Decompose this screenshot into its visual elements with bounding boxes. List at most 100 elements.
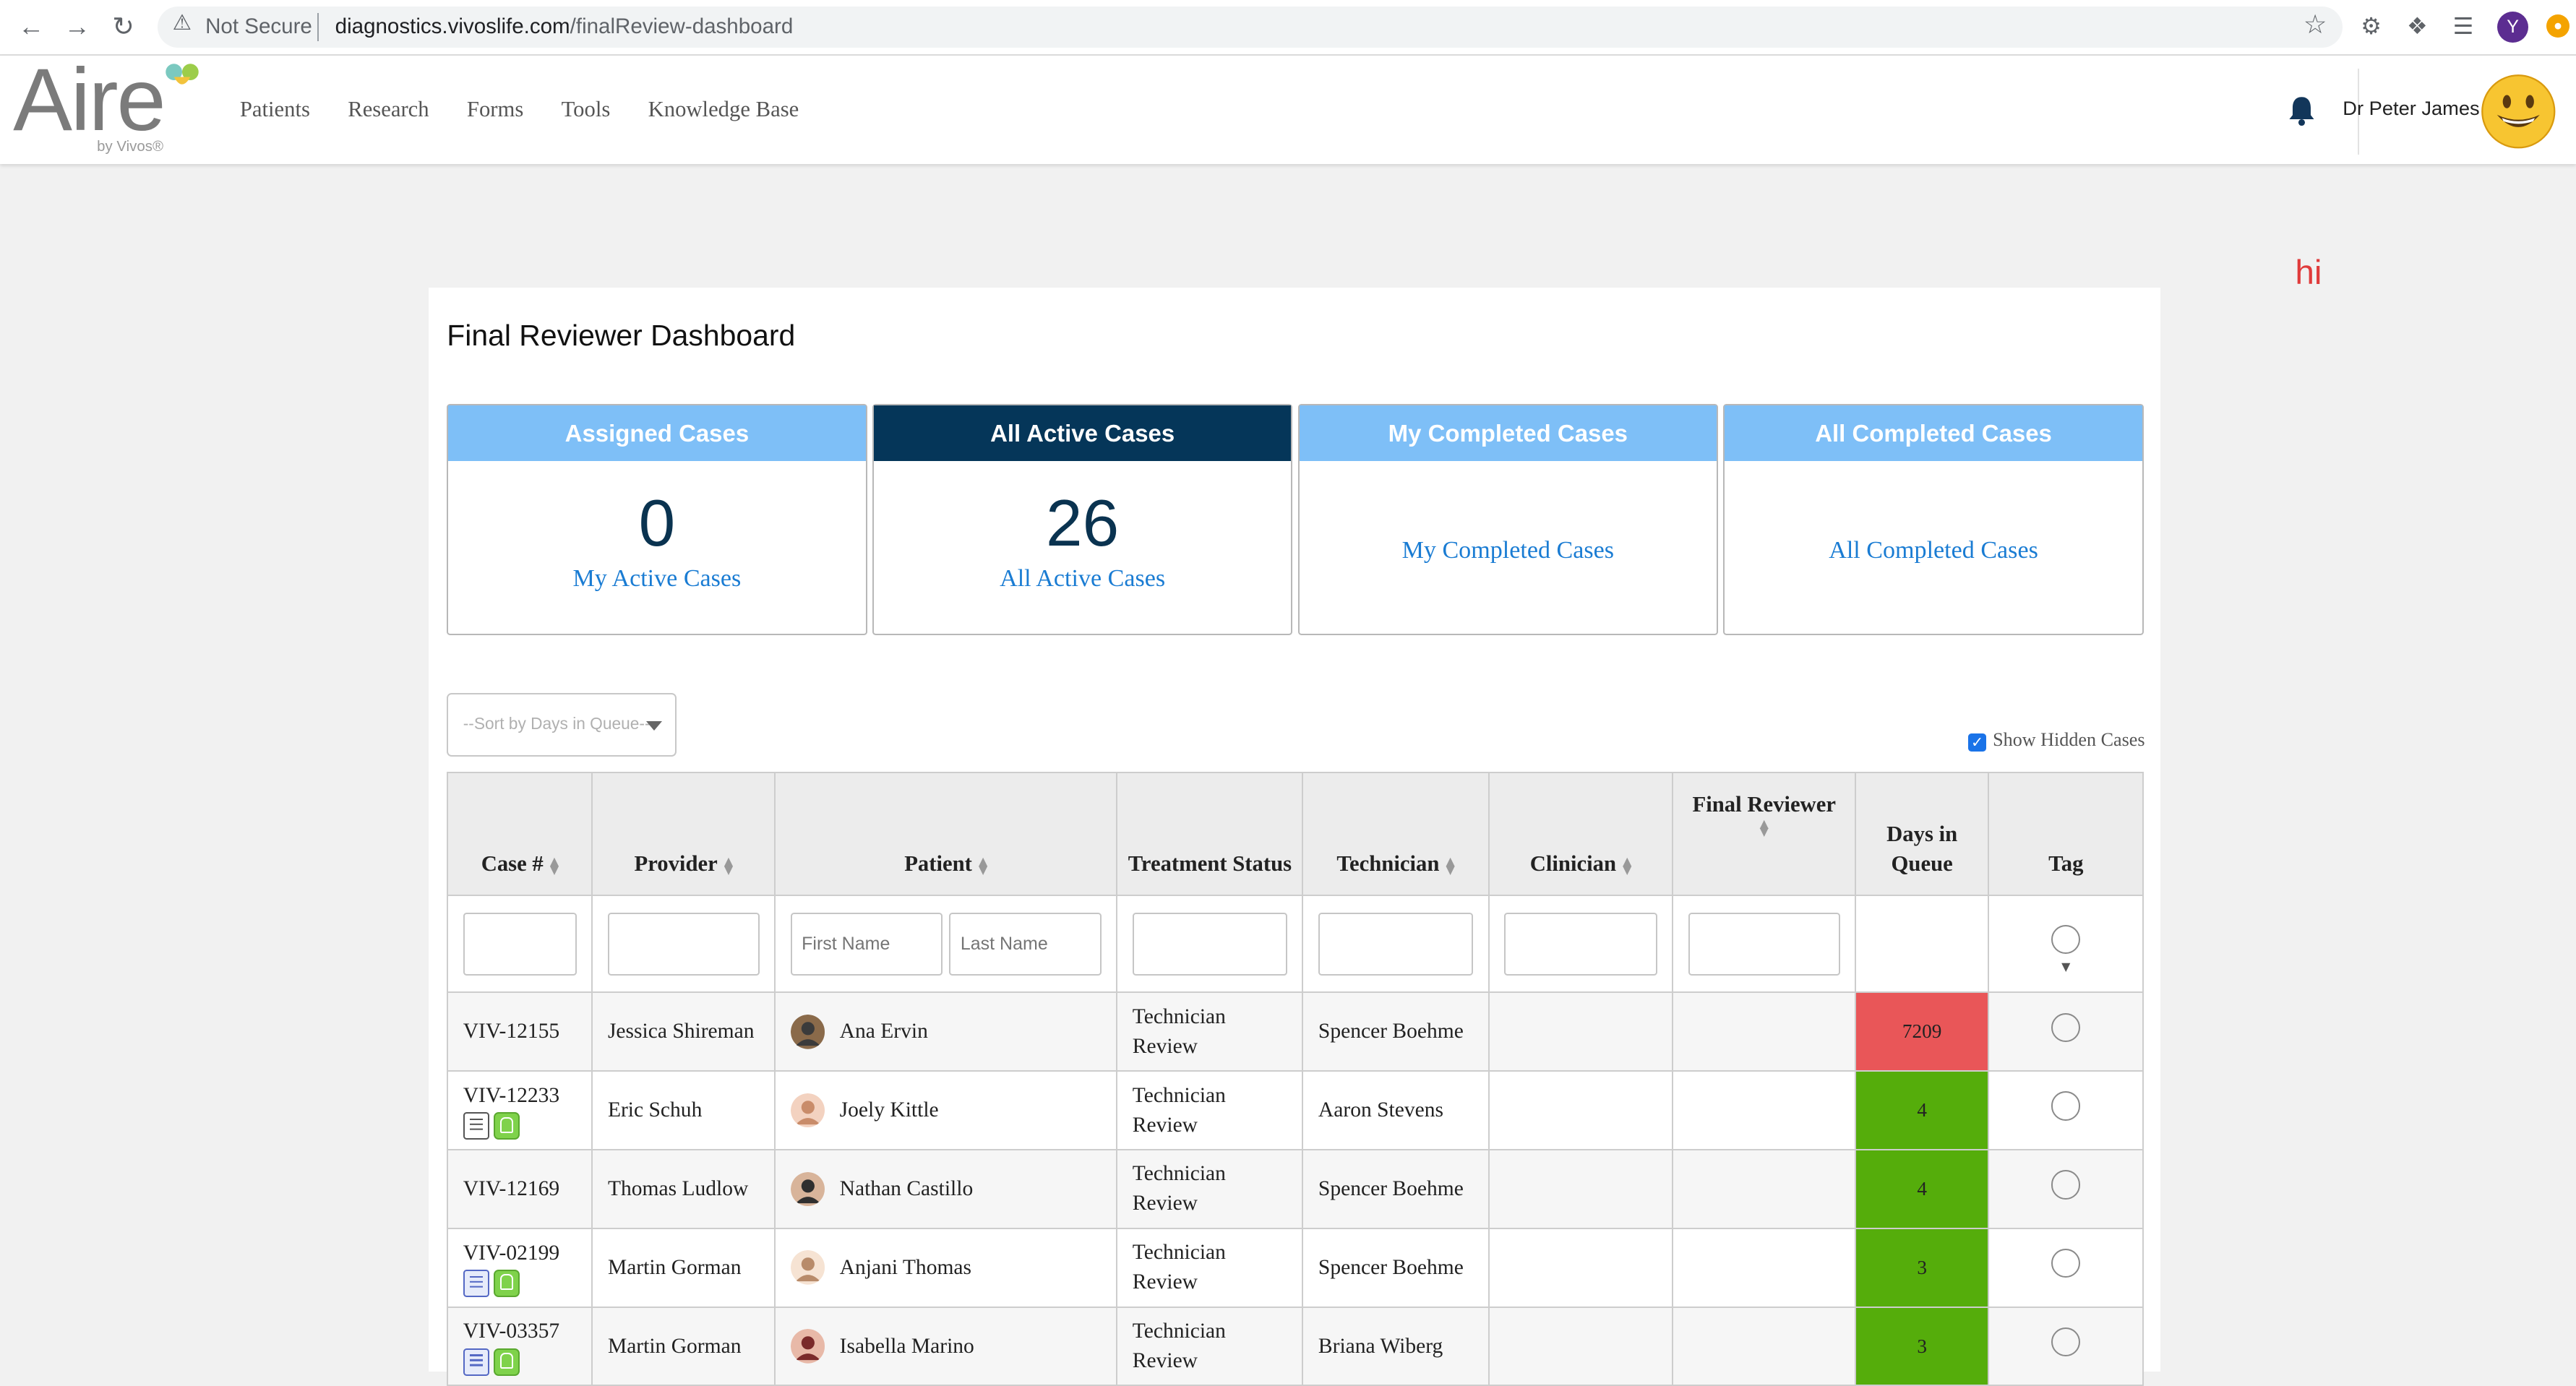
document-icon[interactable] <box>463 1348 489 1376</box>
patient-name[interactable]: Joely Kittle <box>840 1096 939 1125</box>
col-provider[interactable]: Provider ▲ ▼ <box>591 772 776 897</box>
forward-arrow-icon[interactable]: → <box>61 10 93 43</box>
bug-extension-icon[interactable]: ⚙ <box>2361 12 2382 41</box>
puzzle-extension-icon[interactable]: ❖ <box>2407 12 2428 41</box>
tag-radio[interactable] <box>2051 1249 2081 1278</box>
table-row[interactable]: VIV-12169 Thomas Ludlow Nathan Castillo … <box>447 1148 2144 1229</box>
col-technician[interactable]: Technician ▲ ▼ <box>1302 772 1490 897</box>
col-clinician[interactable]: Clinician ▲ ▼ <box>1487 772 1674 897</box>
case-icons <box>463 1112 577 1140</box>
table-row[interactable]: VIV-12155 Jessica Shireman Ana Ervin Tec… <box>447 991 2144 1072</box>
stat-link-all-active-cases[interactable]: All Active Cases <box>874 565 1291 593</box>
first-name-filter-input[interactable] <box>790 913 943 976</box>
patient-name[interactable]: Ana Ervin <box>840 1017 928 1046</box>
case-number[interactable]: VIV-02199 <box>463 1239 577 1268</box>
case-cell[interactable]: VIV-12233 <box>447 1070 593 1150</box>
stat-box-assigned-cases[interactable]: Assigned Cases 0 My Active Cases <box>447 404 867 636</box>
tag-filter-cell[interactable]: ▼ <box>1988 895 2144 994</box>
sort-icon[interactable]: ▲ ▼ <box>1446 856 1454 875</box>
case-filter-input[interactable] <box>463 913 578 976</box>
sort-select[interactable]: --Sort by Days in Queue-- <box>447 693 677 757</box>
stat-header[interactable]: Assigned Cases <box>448 405 866 462</box>
col-treatment-status[interactable]: Treatment Status <box>1116 772 1304 897</box>
notification-bell-icon[interactable] <box>2287 95 2317 126</box>
patient-cell[interactable]: Isabella Marino <box>774 1306 1118 1386</box>
patient-name[interactable]: Nathan Castillo <box>840 1174 974 1204</box>
case-cell[interactable]: VIV-02199 <box>447 1227 593 1308</box>
document-icon[interactable] <box>463 1269 489 1297</box>
patient-cell[interactable]: Nathan Castillo <box>774 1148 1118 1229</box>
sort-icon[interactable]: ▲ ▼ <box>550 856 559 875</box>
url-text[interactable]: diagnostics.vivoslife.com/finalReview-da… <box>335 14 794 39</box>
stat-box-all-active-cases[interactable]: All Active Cases 26 All Active Cases <box>872 404 1293 636</box>
table-row[interactable]: VIV-03357 Martin Gorman Isabella Marino … <box>447 1306 2144 1386</box>
address-bar[interactable]: ⚠ Not Secure diagnostics.vivoslife.com/f… <box>158 7 2343 48</box>
col-case[interactable]: Case # ▲ ▼ <box>447 772 593 897</box>
stat-link-all-completed-cases[interactable]: All Completed Cases <box>1725 537 2142 564</box>
tooth-icon[interactable] <box>494 1269 520 1297</box>
bookmark-star-icon[interactable]: ☆ <box>2304 9 2327 40</box>
case-cell[interactable]: VIV-12169 <box>447 1148 593 1229</box>
table-row[interactable]: VIV-02199 Martin Gorman Anjani Thomas Te… <box>447 1227 2144 1308</box>
stat-header[interactable]: All Completed Cases <box>1725 405 2142 462</box>
orange-extension-icon[interactable]: ● <box>2546 14 2569 38</box>
nav-research[interactable]: Research <box>348 97 429 122</box>
stat-header[interactable]: My Completed Cases <box>1299 405 1717 462</box>
profile-avatar[interactable]: Y <box>2496 11 2529 43</box>
tooth-icon[interactable] <box>494 1112 520 1140</box>
case-number[interactable]: VIV-12155 <box>463 1017 577 1046</box>
col-patient[interactable]: Patient ▲ ▼ <box>774 772 1118 897</box>
sort-icon[interactable]: ▲ ▼ <box>1680 817 1848 837</box>
show-hidden-cases[interactable]: ✓ Show Hidden Cases <box>1968 729 2145 752</box>
reload-icon[interactable]: ↻ <box>107 10 139 43</box>
user-avatar-smiley-icon[interactable] <box>2481 74 2556 150</box>
document-icon[interactable] <box>463 1112 489 1140</box>
nav-forms[interactable]: Forms <box>467 97 523 122</box>
tag-radio[interactable] <box>2051 1327 2081 1357</box>
table-row[interactable]: VIV-12233 Eric Schuh Joely Kittle Techni… <box>447 1070 2144 1150</box>
case-cell[interactable]: VIV-03357 <box>447 1306 593 1386</box>
stat-box-all-completed-cases[interactable]: All Completed Cases All Completed Cases <box>1723 404 2144 636</box>
nav-patients[interactable]: Patients <box>240 97 310 122</box>
sort-icon[interactable]: ▲ ▼ <box>979 856 987 875</box>
col-case-label: Case # <box>481 851 544 876</box>
playlist-icon[interactable]: ☰ <box>2453 12 2474 41</box>
final-reviewer-filter-input[interactable] <box>1688 913 1840 976</box>
stat-link-my-active-cases[interactable]: My Active Cases <box>448 565 865 593</box>
nav-tools[interactable]: Tools <box>562 97 611 122</box>
caret-down-icon[interactable]: ▼ <box>2004 960 2128 973</box>
nav-knowledge-base[interactable]: Knowledge Base <box>648 97 799 122</box>
case-cell[interactable]: VIV-12155 <box>447 991 593 1072</box>
case-number[interactable]: VIV-03357 <box>463 1317 577 1346</box>
provider-filter-input[interactable] <box>607 913 760 976</box>
col-final-reviewer[interactable]: Final Reviewer ▲ ▼ <box>1672 772 1857 897</box>
sort-icon[interactable]: ▲ ▼ <box>724 856 733 875</box>
clinician-filter-input[interactable] <box>1504 913 1657 976</box>
stat-link-my-completed-cases[interactable]: My Completed Cases <box>1300 537 1717 564</box>
final-reviewer-cell <box>1672 991 1857 1072</box>
patient-cell[interactable]: Ana Ervin <box>774 991 1118 1072</box>
patient-cell[interactable]: Anjani Thomas <box>774 1227 1118 1308</box>
back-arrow-icon[interactable]: ← <box>14 10 47 43</box>
clinician-cell <box>1487 1148 1674 1229</box>
patient-name[interactable]: Anjani Thomas <box>840 1253 971 1283</box>
tag-filter-radio[interactable] <box>2051 924 2081 954</box>
case-number[interactable]: VIV-12233 <box>463 1081 577 1111</box>
sort-icon[interactable]: ▲ ▼ <box>1623 856 1631 875</box>
tooth-icon[interactable] <box>494 1348 520 1376</box>
last-name-filter-input[interactable] <box>949 913 1102 976</box>
tag-radio[interactable] <box>2051 1170 2081 1200</box>
technician-filter-input[interactable] <box>1318 913 1474 976</box>
stat-box-my-completed-cases[interactable]: My Completed Cases My Completed Cases <box>1297 404 1718 636</box>
tag-radio[interactable] <box>2051 1091 2081 1121</box>
case-number[interactable]: VIV-12169 <box>463 1174 577 1204</box>
tag-radio[interactable] <box>2051 1012 2081 1042</box>
patient-name[interactable]: Isabella Marino <box>840 1332 974 1361</box>
show-hidden-checkbox[interactable]: ✓ <box>1968 733 1987 752</box>
stat-header[interactable]: All Active Cases <box>873 405 1292 462</box>
treatment-filter-input[interactable] <box>1132 913 1288 976</box>
aire-logo[interactable]: Aire by Vivos® <box>13 51 210 160</box>
patient-cell[interactable]: Joely Kittle <box>774 1070 1118 1150</box>
patient-info: Joely Kittle <box>790 1093 1102 1128</box>
user-name[interactable]: Dr Peter James <box>2343 97 2479 120</box>
